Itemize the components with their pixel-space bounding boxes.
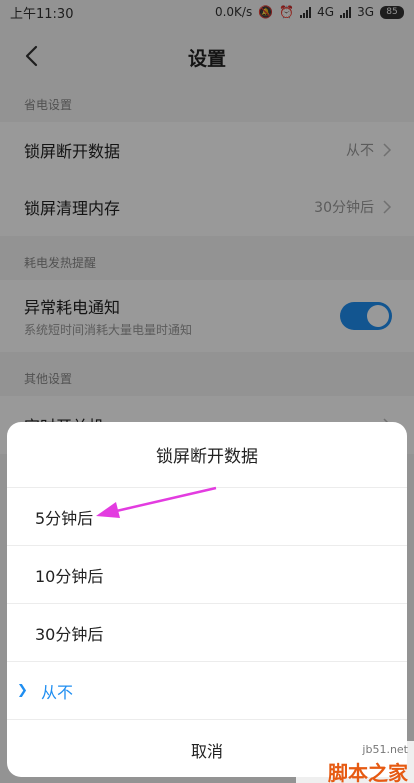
annotation-arrow-icon (96, 486, 217, 518)
option-30min[interactable]: 30分钟后 (7, 604, 407, 662)
option-label: 从不 (41, 682, 74, 702)
option-label: 5分钟后 (35, 508, 94, 528)
watermark-logo: jb51.net 脚本之家 (296, 741, 414, 783)
watermark-site: jb51.net (362, 743, 408, 756)
dialog-title: 锁屏断开数据 (7, 422, 407, 488)
option-label: 30分钟后 (35, 624, 104, 644)
option-10min[interactable]: 10分钟后 (7, 546, 407, 604)
check-icon: ❯ (17, 683, 28, 698)
watermark-text: 脚本之家 (328, 761, 408, 783)
option-dialog: 锁屏断开数据 5分钟后 10分钟后 30分钟后 ❯ 从不 取消 (7, 422, 407, 777)
option-label: 10分钟后 (35, 566, 104, 586)
option-never[interactable]: ❯ 从不 (7, 662, 407, 720)
